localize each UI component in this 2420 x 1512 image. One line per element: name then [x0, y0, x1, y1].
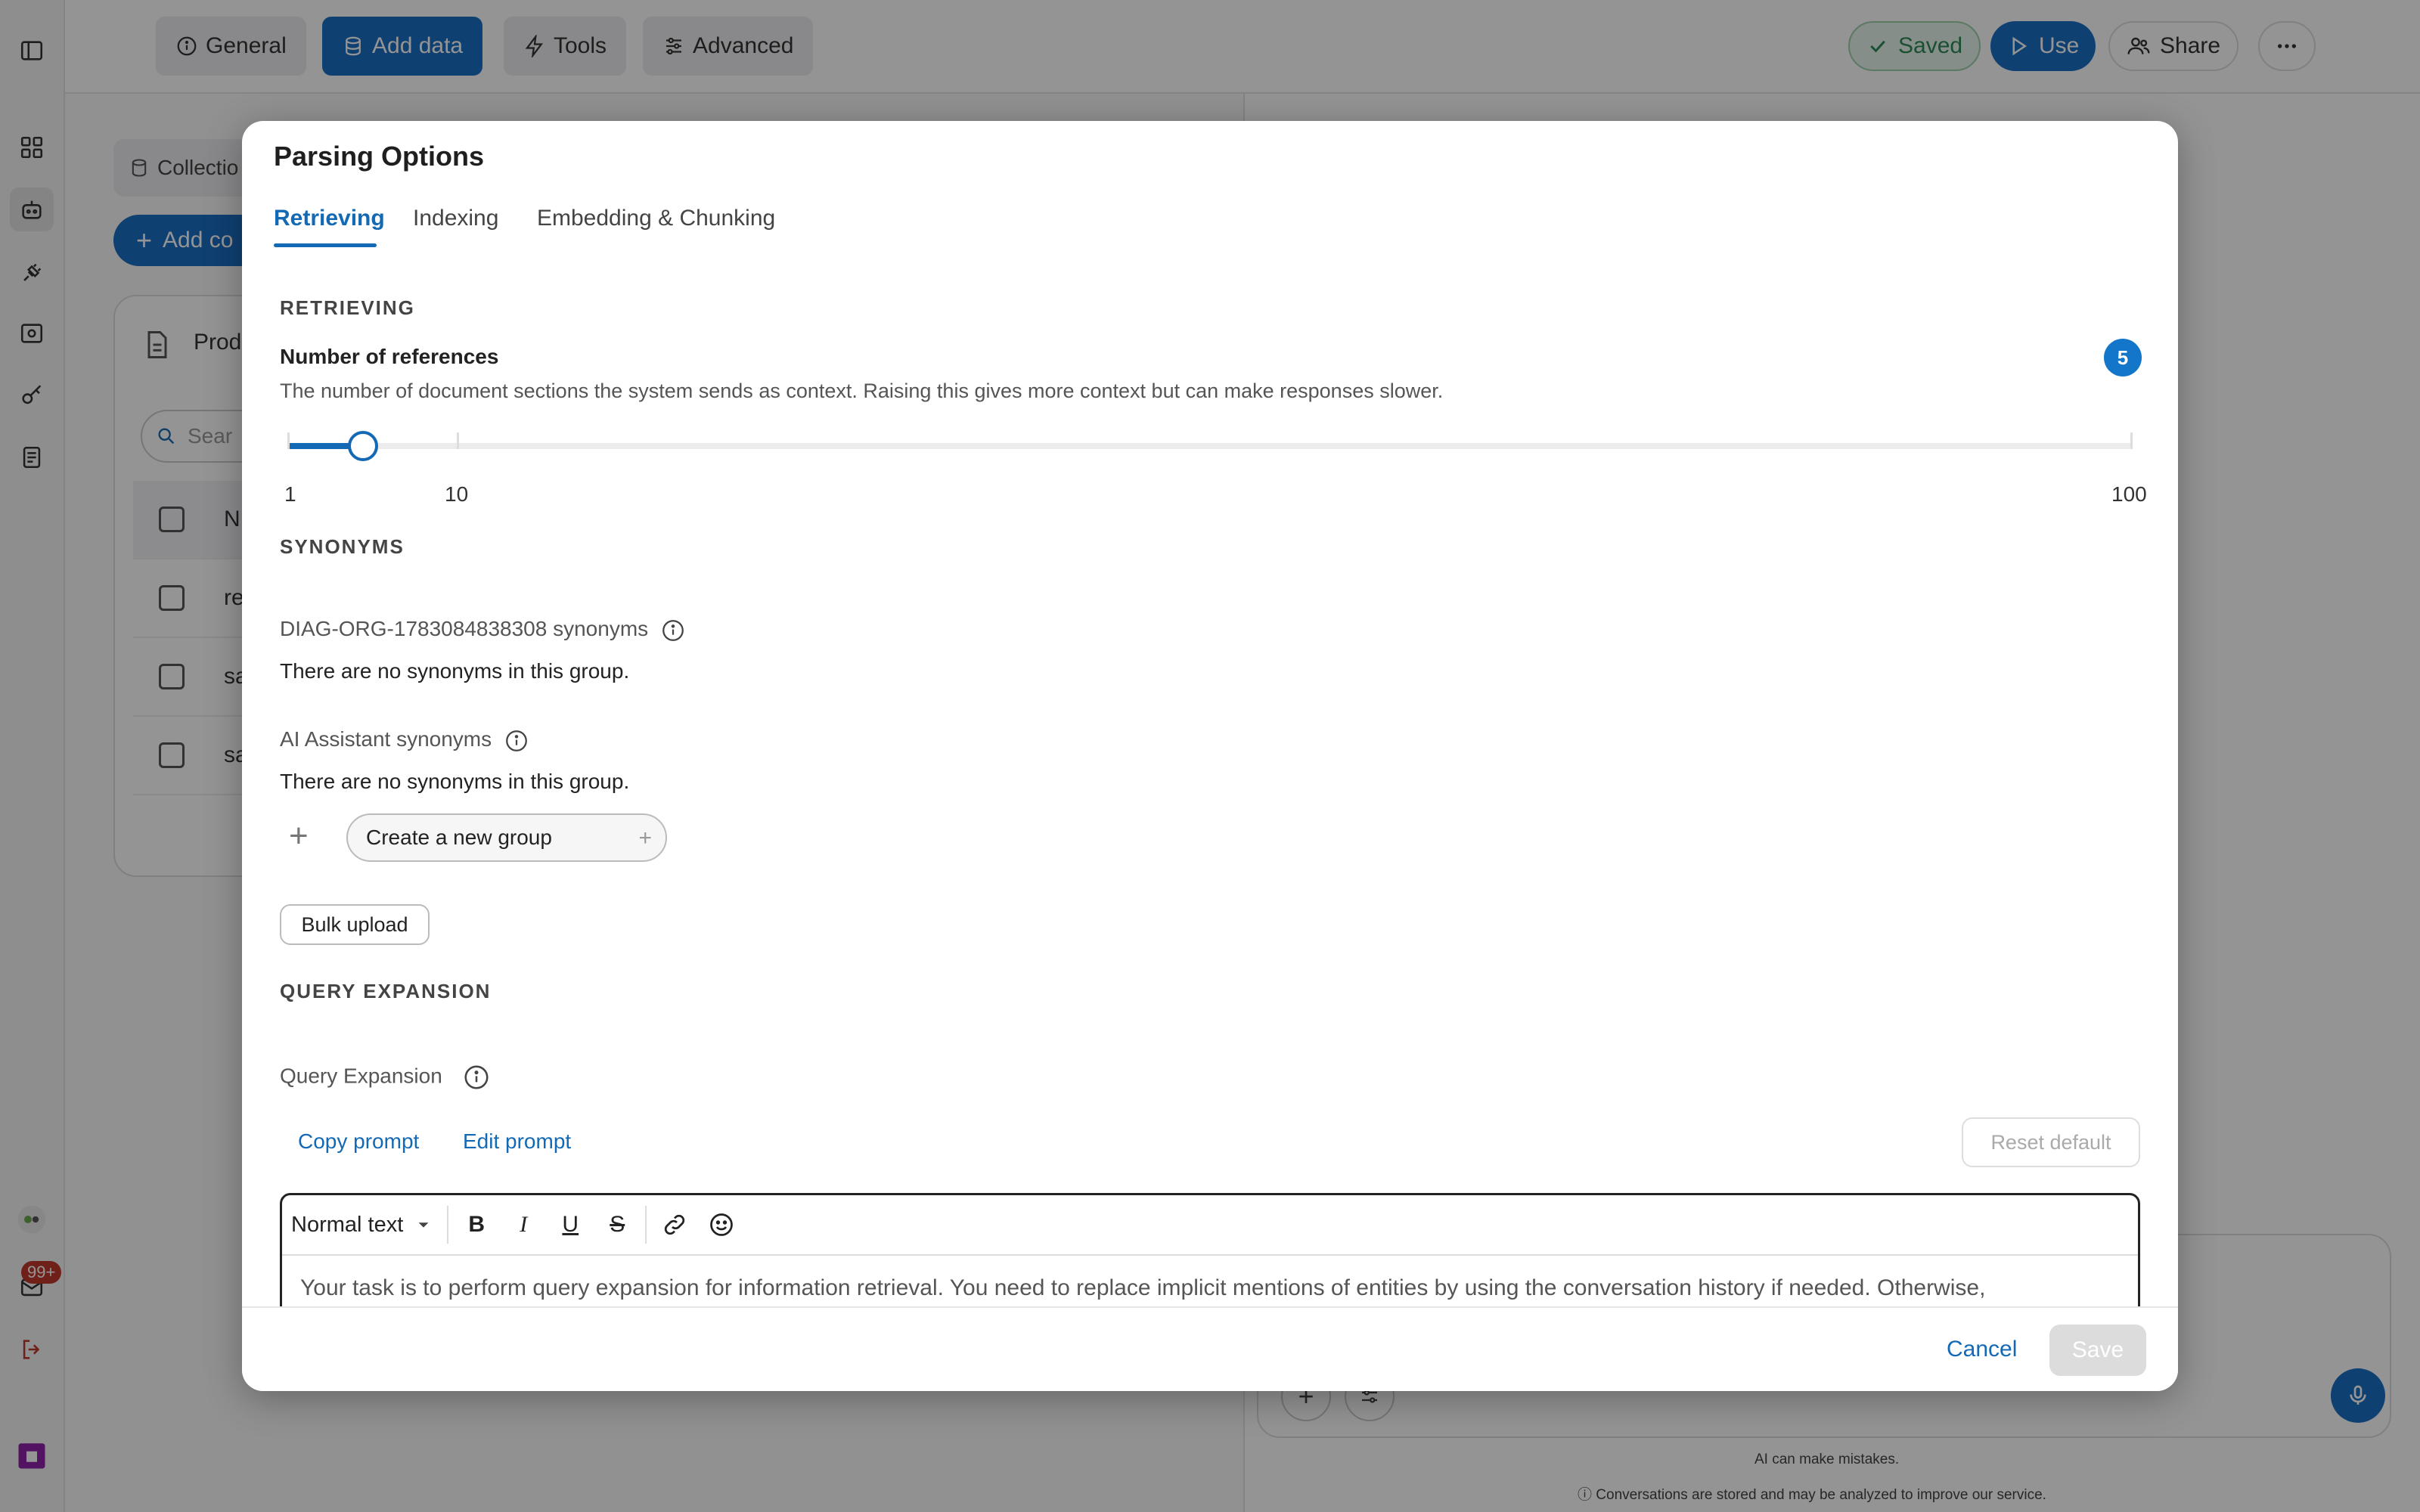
bold-icon: B — [468, 1212, 486, 1237]
cancel-button[interactable]: Cancel — [1947, 1337, 2017, 1362]
reset-default-button[interactable]: Reset default — [1962, 1117, 2140, 1167]
copy-prompt-link[interactable]: Copy prompt — [298, 1129, 419, 1154]
new-group-placeholder: Create a new group — [366, 826, 552, 849]
section-synonyms: SYNONYMS — [280, 535, 405, 558]
text-style-value: Normal text — [291, 1212, 404, 1237]
references-slider-handle[interactable] — [348, 431, 378, 461]
emoji-icon — [710, 1213, 734, 1236]
info-icon[interactable] — [504, 728, 529, 754]
slider-tick — [2130, 432, 2133, 449]
slider-tick — [287, 432, 290, 449]
synonym-group-1: DIAG-ORG-1783084838308 synonyms — [280, 617, 686, 643]
emoji-button[interactable] — [698, 1201, 745, 1248]
query-expansion-label: Query Expansion — [280, 1063, 491, 1092]
underline-button[interactable]: U — [547, 1201, 594, 1248]
dialog-title: Parsing Options — [274, 141, 485, 172]
save-button[interactable]: Save — [2049, 1325, 2146, 1376]
add-group-plus-icon[interactable]: + — [289, 820, 309, 853]
tab-embedding-chunking[interactable]: Embedding & Chunking — [537, 206, 775, 231]
italic-button[interactable]: I — [500, 1201, 547, 1248]
link-icon — [665, 1214, 685, 1235]
parsing-options-dialog: Parsing Options Retrieving Indexing Embe… — [242, 121, 2178, 1391]
italic-icon: I — [520, 1212, 528, 1237]
underline-icon: U — [562, 1212, 579, 1237]
references-description: The number of document sections the syst… — [280, 380, 1444, 402]
text-style-select[interactable]: Normal text — [282, 1213, 442, 1238]
synonym-group-1-title: DIAG-ORG-1783084838308 synonyms — [280, 617, 649, 640]
section-query-expansion: QUERY EXPANSION — [280, 980, 492, 1002]
toolbar-divider — [447, 1206, 449, 1244]
new-group-input[interactable]: Create a new group + — [346, 813, 667, 862]
editor-toolbar: Normal text B I U S — [282, 1195, 2138, 1256]
info-icon[interactable] — [462, 1063, 491, 1092]
bold-button[interactable]: B — [453, 1201, 500, 1248]
info-icon[interactable] — [660, 618, 686, 643]
slider-tick — [457, 432, 459, 449]
section-retrieving: RETRIEVING — [280, 296, 415, 319]
toolbar-divider — [645, 1206, 647, 1244]
plus-icon[interactable]: + — [638, 826, 652, 851]
slider-mid-label: 10 — [445, 482, 469, 506]
slider-min-label: 1 — [284, 482, 296, 506]
synonym-group-2-empty: There are no synonyms in this group. — [280, 770, 630, 793]
link-button[interactable] — [651, 1201, 698, 1248]
references-title: Number of references — [280, 345, 499, 368]
references-slider-track[interactable] — [287, 443, 2133, 449]
prompt-text: Your task is to perform query expansion … — [300, 1275, 1986, 1300]
synonym-group-1-empty: There are no synonyms in this group. — [280, 659, 630, 683]
synonym-group-2-title: AI Assistant synonyms — [280, 727, 492, 751]
edit-prompt-link[interactable]: Edit prompt — [463, 1129, 571, 1154]
synonym-group-2: AI Assistant synonyms — [280, 727, 529, 754]
strikethrough-button[interactable]: S — [594, 1201, 641, 1248]
references-value-badge: 5 — [2104, 339, 2142, 376]
active-tab-indicator — [274, 243, 377, 247]
dialog-footer: Cancel Save — [242, 1306, 2178, 1391]
query-expansion-title: Query Expansion — [280, 1064, 442, 1088]
strikethrough-icon: S — [610, 1212, 625, 1237]
tab-indexing[interactable]: Indexing — [413, 206, 498, 231]
caret-down-icon — [418, 1222, 429, 1228]
tab-retrieving[interactable]: Retrieving — [274, 206, 385, 231]
slider-max-label: 100 — [2111, 482, 2147, 506]
bulk-upload-button[interactable]: Bulk upload — [280, 904, 430, 945]
